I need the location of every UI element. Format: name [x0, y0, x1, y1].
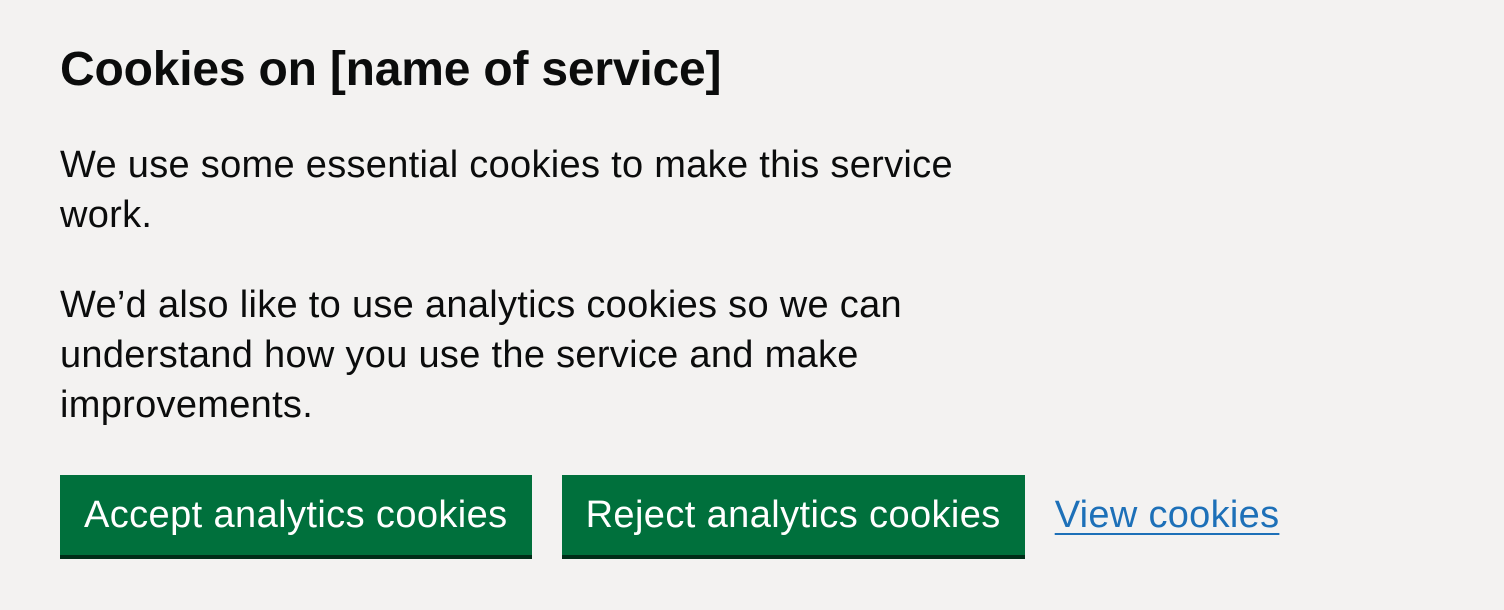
- cookie-banner-content: We use some essential cookies to make th…: [60, 140, 1000, 430]
- essential-cookies-text: We use some essential cookies to make th…: [60, 144, 953, 236]
- cookie-banner-heading: Cookies on [name of service]: [60, 43, 722, 96]
- accept-analytics-cookies-button[interactable]: Accept analytics cookies: [60, 475, 532, 555]
- cookie-banner-actions: Accept analytics cookies Reject analytic…: [60, 475, 1444, 555]
- reject-analytics-cookies-button[interactable]: Reject analytics cookies: [561, 475, 1025, 555]
- cookie-banner: Cookies on [name of service] We use some…: [0, 0, 1504, 610]
- analytics-cookies-text: We’d also like to use analytics cookies …: [60, 284, 902, 426]
- view-cookies-link[interactable]: View cookies: [1055, 490, 1280, 540]
